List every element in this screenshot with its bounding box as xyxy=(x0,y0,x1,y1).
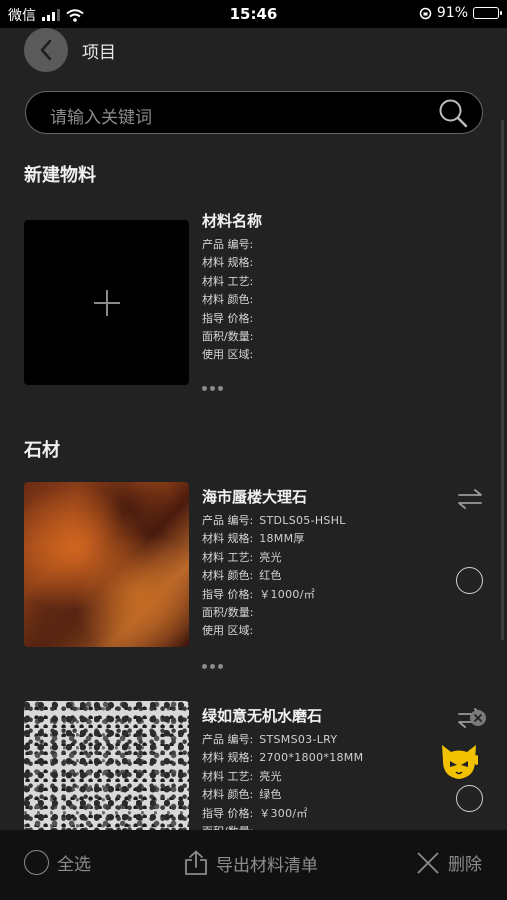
close-icon xyxy=(417,851,439,874)
field-row: 指导 价格: xyxy=(202,310,432,328)
field-value: 红色 xyxy=(259,569,282,583)
field-label: 产品 编号: xyxy=(202,514,254,527)
field-value: ￥1000/㎡ xyxy=(259,587,316,601)
field-row: 指导 价格: ￥300/㎡ xyxy=(202,805,432,823)
field-row: 材料 颜色: 绿色 xyxy=(202,786,432,804)
field-value: 亮光 xyxy=(259,550,282,564)
field-row: 面积/数量: xyxy=(202,328,432,346)
material-info[interactable]: 绿如意无机水磨石 产品 编号: STSMS03-LRY 材料 规格: 2700*18… xyxy=(202,705,432,841)
material-name: 绿如意无机水磨石 xyxy=(202,707,323,725)
plus-icon xyxy=(93,289,120,316)
select-all-label: 全选 xyxy=(57,855,91,875)
field-label: 产品 编号: xyxy=(202,733,254,746)
field-label: 材料 工艺: xyxy=(202,274,254,288)
field-row: 指导 价格: ￥1000/㎡ xyxy=(202,586,432,604)
field-value: 亮光 xyxy=(259,769,282,783)
field-label: 材料 规格: xyxy=(202,751,254,765)
back-button[interactable] xyxy=(24,28,68,72)
new-material-section-title: 新建物料 xyxy=(24,165,96,186)
field-label: 材料 颜色: xyxy=(202,569,254,583)
scrollbar[interactable] xyxy=(501,120,504,640)
field-row: 使用 区域: xyxy=(202,622,432,640)
field-value: STSMS03-LRY xyxy=(259,733,338,746)
field-value: ￥300/㎡ xyxy=(259,806,308,820)
field-label: 材料 工艺: xyxy=(202,550,254,564)
field-row: 材料 颜色: xyxy=(202,291,432,309)
material-name: 海市蜃楼大理石 xyxy=(202,488,308,506)
field-value: 绿色 xyxy=(259,788,282,802)
field-label: 产品 编号: xyxy=(202,238,254,251)
header: 项目 xyxy=(0,28,507,74)
add-material-button[interactable] xyxy=(24,220,189,385)
stone-section-title: 石材 xyxy=(24,440,60,461)
field-label: 材料 颜色: xyxy=(202,788,254,802)
more-icon[interactable] xyxy=(202,662,226,670)
field-label: 面积/数量: xyxy=(202,606,254,620)
new-material-info: 材料名称 产品 编号: 材料 规格: 材料 工艺: 材料 颜色: 指导 价格: … xyxy=(202,210,432,365)
page-title: 项目 xyxy=(82,43,116,63)
swap-icon[interactable] xyxy=(457,489,483,509)
material-info[interactable]: 海市蜃楼大理石 产品 编号: STDLS05-HSHL 材料 规格: 18MM厚 材… xyxy=(202,486,432,641)
field-row: 产品 编号: STSMS03-LRY xyxy=(202,731,432,749)
field-label: 材料 规格: xyxy=(202,532,254,546)
field-label: 面积/数量: xyxy=(202,330,254,344)
field-label: 指导 价格: xyxy=(202,587,254,601)
field-label: 材料 规格: xyxy=(202,256,254,270)
orientation-lock-icon xyxy=(419,7,432,19)
mascot-icon[interactable] xyxy=(438,741,480,783)
status-bar: 微信 15:46 91% xyxy=(0,0,507,28)
field-label: 指导 价格: xyxy=(202,806,254,820)
close-icon[interactable] xyxy=(469,709,487,727)
field-label: 材料 颜色: xyxy=(202,293,254,307)
field-label: 使用 区域: xyxy=(202,624,254,638)
search-icon[interactable] xyxy=(438,98,468,128)
share-icon xyxy=(185,850,207,875)
select-all-radio xyxy=(24,850,49,875)
export-list-label: 导出材料清单 xyxy=(216,855,318,876)
field-row: 产品 编号: STDLS05-HSHL xyxy=(202,512,432,530)
field-row: 材料 工艺: 亮光 xyxy=(202,549,432,567)
search-placeholder: 请输入关键词 xyxy=(50,108,152,128)
field-row: 产品 编号: xyxy=(202,236,432,254)
battery-icon xyxy=(473,7,502,19)
field-row: 材料 颜色: 红色 xyxy=(202,567,432,585)
export-list-button[interactable]: 导出材料清单 xyxy=(184,850,318,876)
delete-label: 删除 xyxy=(448,855,482,875)
new-material-name: 材料名称 xyxy=(202,212,263,230)
field-row: 材料 规格: 2700*1800*18MM xyxy=(202,749,432,767)
select-all-button[interactable]: 全选 xyxy=(24,850,91,875)
field-row: 材料 规格: xyxy=(202,254,432,272)
field-label: 指导 价格: xyxy=(202,311,254,325)
battery-percent: 91% xyxy=(436,5,468,21)
status-right: 91% xyxy=(419,5,502,21)
field-value: 18MM厚 xyxy=(259,532,305,546)
field-row: 材料 工艺: 亮光 xyxy=(202,768,432,786)
material-image[interactable] xyxy=(24,482,189,647)
bottom-toolbar: 全选 导出材料清单 删除 xyxy=(0,830,507,900)
select-radio[interactable] xyxy=(456,567,483,594)
field-label: 材料 工艺: xyxy=(202,769,254,783)
field-label: 使用 区域: xyxy=(202,348,254,362)
delete-button[interactable]: 删除 xyxy=(416,850,482,875)
select-radio[interactable] xyxy=(456,785,483,812)
more-icon[interactable] xyxy=(202,384,226,392)
field-value: STDLS05-HSHL xyxy=(259,514,346,527)
field-row: 材料 规格: 18MM厚 xyxy=(202,530,432,548)
field-row: 面积/数量: xyxy=(202,604,432,622)
field-row: 材料 工艺: xyxy=(202,273,432,291)
field-row: 使用 区域: xyxy=(202,346,432,364)
search-input[interactable]: 请输入关键词 xyxy=(25,91,483,134)
field-value: 2700*1800*18MM xyxy=(259,751,364,765)
chevron-left-icon xyxy=(40,39,52,61)
